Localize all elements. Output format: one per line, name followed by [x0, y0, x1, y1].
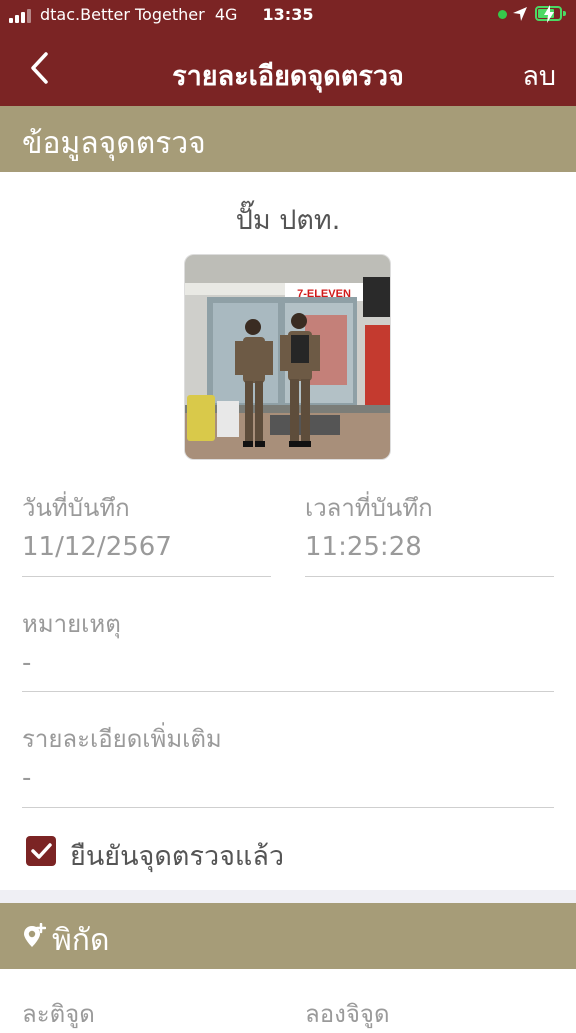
navigation-bar: รายละเอียดจุดตรวจ ลบ	[0, 30, 576, 106]
record-date-value: 11/12/2567	[22, 532, 172, 562]
record-time-value: 11:25:28	[305, 532, 422, 562]
location-section-header: พิกัด	[0, 903, 576, 969]
page-title: รายละเอียดจุดตรวจ	[172, 61, 404, 92]
add-location-icon	[24, 923, 46, 947]
longitude-label: ลองจิจูด	[305, 1000, 390, 1028]
checkmark-icon	[31, 843, 52, 859]
app-header: dtac.Better Together 4G 13:35 รายละเอียด…	[0, 0, 576, 106]
confirm-checkbox[interactable]	[26, 836, 56, 866]
battery-tip	[563, 11, 566, 16]
confirm-label: ยืนยันจุดตรวจแล้ว	[70, 841, 285, 872]
checkpoint-photo[interactable]: 7-ELEVEN	[184, 254, 391, 460]
record-time-divider	[305, 576, 554, 577]
section-title: ข้อมูลจุดตรวจ	[22, 126, 206, 161]
delete-button[interactable]: ลบ	[522, 54, 556, 97]
details-divider	[22, 807, 554, 808]
note-value: -	[22, 648, 32, 678]
status-bar: dtac.Better Together 4G 13:35	[0, 0, 576, 30]
section-separator	[0, 890, 576, 903]
note-divider	[22, 691, 554, 692]
note-label: หมายเหตุ	[22, 610, 121, 638]
checkpoint-info-section-header: ข้อมูลจุดตรวจ	[0, 106, 576, 172]
record-time-label: เวลาที่บันทึก	[305, 494, 433, 522]
location-arrow-icon	[513, 7, 527, 21]
checkpoint-name: ปั๊ม ปตท.	[235, 205, 341, 236]
privacy-indicator-icon	[498, 10, 507, 19]
latitude-label: ละติจูด	[22, 1000, 95, 1028]
details-label: รายละเอียดเพิ่มเติม	[22, 725, 222, 753]
battery-icon	[535, 5, 562, 23]
details-value: -	[22, 763, 32, 793]
status-time: 13:35	[262, 5, 314, 24]
record-date-divider	[22, 576, 271, 577]
section-title: พิกัด	[52, 923, 110, 958]
record-date-label: วันที่บันทึก	[22, 494, 130, 522]
